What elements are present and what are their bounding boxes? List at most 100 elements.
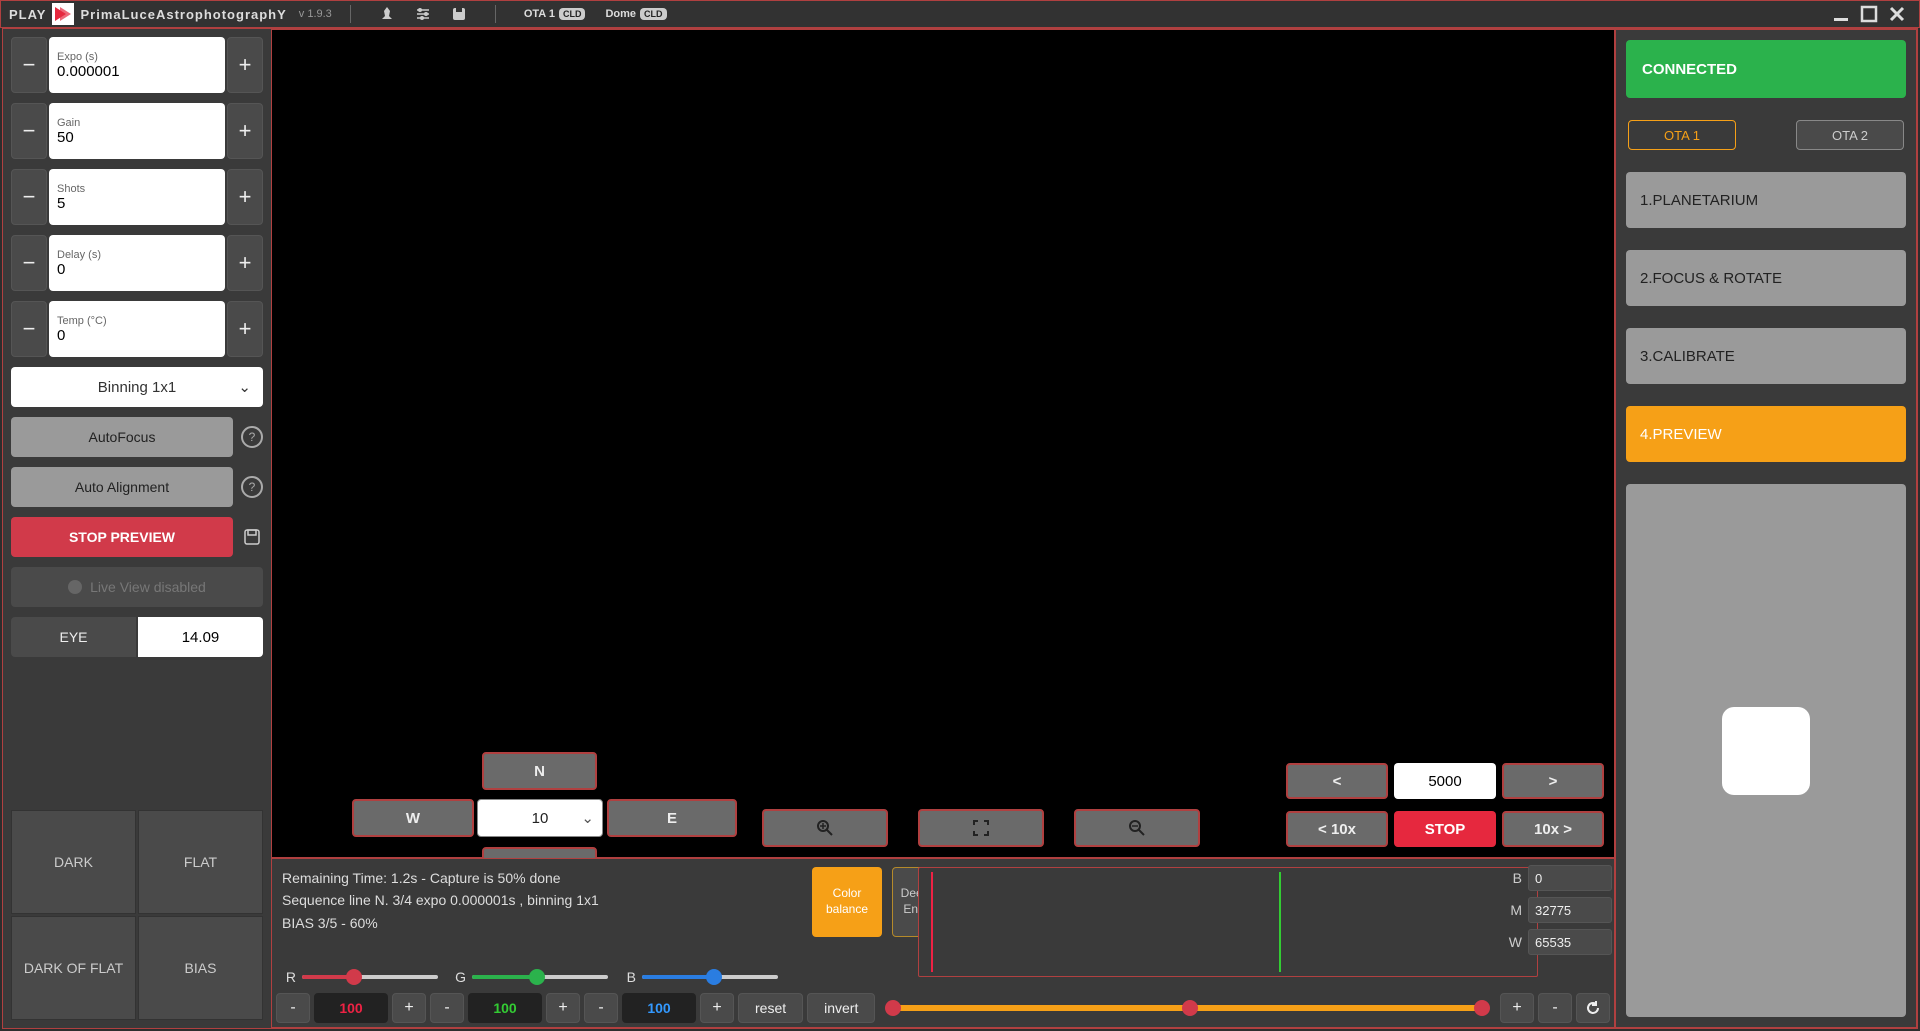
step-focus-rotate-button[interactable]: 2.FOCUS & ROTATE bbox=[1626, 250, 1906, 306]
ota2-tab[interactable]: OTA 2 bbox=[1796, 120, 1904, 150]
zoom-fit-button[interactable] bbox=[918, 809, 1044, 847]
preview-thumbnail[interactable] bbox=[1626, 484, 1906, 1017]
zoom-out-button[interactable] bbox=[1074, 809, 1200, 847]
live-view-button: Live View disabled bbox=[11, 567, 263, 607]
green-value[interactable]: 100 bbox=[468, 993, 542, 1023]
expo-minus-button[interactable]: − bbox=[11, 37, 47, 93]
temp-minus-button[interactable]: − bbox=[11, 301, 47, 357]
autofocus-button[interactable]: AutoFocus bbox=[11, 417, 233, 457]
temp-field[interactable]: Temp (°C) 0 bbox=[49, 301, 225, 357]
zoom-in-button[interactable] bbox=[762, 809, 888, 847]
step-value[interactable]: 5000 bbox=[1394, 763, 1496, 799]
maximize-button[interactable] bbox=[1855, 0, 1883, 28]
delay-label: Delay (s) bbox=[57, 249, 217, 261]
save-preset-icon[interactable] bbox=[449, 4, 469, 24]
invert-button[interactable]: invert bbox=[807, 993, 875, 1023]
temp-plus-button[interactable]: + bbox=[227, 301, 263, 357]
delay-field[interactable]: Delay (s) 0 bbox=[49, 235, 225, 291]
range-minus-button[interactable]: - bbox=[1538, 993, 1572, 1023]
app-logo-icon bbox=[52, 3, 74, 25]
blue-value[interactable]: 100 bbox=[622, 993, 696, 1023]
sliders-icon[interactable] bbox=[413, 4, 433, 24]
gain-label: Gain bbox=[57, 117, 217, 129]
step-planetarium-button[interactable]: 1.PLANETARIUM bbox=[1626, 172, 1906, 228]
level-white-value[interactable]: 65535 bbox=[1528, 929, 1612, 955]
red-minus-button[interactable]: - bbox=[276, 993, 310, 1023]
binning-select[interactable]: Binning 1x1 ⌄ bbox=[11, 367, 263, 407]
color-balance-button[interactable]: Color balance bbox=[812, 867, 882, 937]
frame-dark-button[interactable]: DARK bbox=[11, 810, 136, 914]
move-speed-select[interactable]: 10 ⌄ bbox=[477, 799, 603, 837]
green-minus-button[interactable]: - bbox=[430, 993, 464, 1023]
temp-label: Temp (°C) bbox=[57, 315, 217, 327]
levels-range-slider[interactable] bbox=[889, 1005, 1486, 1011]
step-preview-button[interactable]: 4.PREVIEW bbox=[1626, 406, 1906, 462]
gain-field[interactable]: Gain 50 bbox=[49, 103, 225, 159]
step-forward-10x-button[interactable]: 10x > bbox=[1502, 811, 1604, 847]
focuser-stop-button[interactable]: STOP bbox=[1394, 811, 1496, 847]
minimize-button[interactable] bbox=[1827, 0, 1855, 28]
shots-plus-button[interactable]: + bbox=[227, 169, 263, 225]
chevron-down-icon: ⌄ bbox=[581, 809, 594, 827]
shots-field[interactable]: Shots 5 bbox=[49, 169, 225, 225]
close-button[interactable] bbox=[1883, 0, 1911, 28]
ota1-status[interactable]: OTA 1 CLD bbox=[524, 8, 586, 20]
histogram-black-marker[interactable] bbox=[931, 872, 933, 972]
binning-value: Binning 1x1 bbox=[98, 379, 176, 396]
blue-minus-button[interactable]: - bbox=[584, 993, 618, 1023]
eye-value[interactable]: 14.09 bbox=[138, 617, 263, 657]
autoalign-button[interactable]: Auto Alignment bbox=[11, 467, 233, 507]
range-plus-button[interactable]: + bbox=[1500, 993, 1534, 1023]
range-reset-button[interactable] bbox=[1576, 993, 1610, 1023]
level-mid-value[interactable]: 32775 bbox=[1528, 897, 1612, 923]
titlebar: PLAY PrimaLuceAstrophotographY v 1.9.3 O… bbox=[0, 0, 1920, 28]
save-image-icon[interactable] bbox=[241, 526, 263, 548]
level-black-value[interactable]: 0 bbox=[1528, 865, 1612, 891]
delay-plus-button[interactable]: + bbox=[227, 235, 263, 291]
move-west-button[interactable]: W bbox=[352, 799, 474, 837]
dome-status[interactable]: Dome CLD bbox=[605, 8, 666, 20]
red-value[interactable]: 100 bbox=[314, 993, 388, 1023]
move-north-button[interactable]: N bbox=[482, 752, 597, 790]
ota1-tab[interactable]: OTA 1 bbox=[1628, 120, 1736, 150]
autofocus-help-icon[interactable]: ? bbox=[241, 426, 263, 448]
autoalign-help-icon[interactable]: ? bbox=[241, 476, 263, 498]
frame-darkflat-button[interactable]: DARK OF FLAT bbox=[11, 916, 136, 1020]
move-east-button[interactable]: E bbox=[607, 799, 737, 837]
delay-minus-button[interactable]: − bbox=[11, 235, 47, 291]
reset-button[interactable]: reset bbox=[738, 993, 803, 1023]
expo-field[interactable]: Expo (s) 0.000001 bbox=[49, 37, 225, 93]
dome-badge: CLD bbox=[640, 8, 667, 20]
range-mid-thumb[interactable] bbox=[1182, 1000, 1198, 1016]
gain-row: − Gain 50 + bbox=[11, 103, 263, 159]
expo-plus-button[interactable]: + bbox=[227, 37, 263, 93]
eye-toggle-button[interactable]: EYE bbox=[11, 617, 136, 657]
step-forward-button[interactable]: > bbox=[1502, 763, 1604, 799]
green-slider-label: G bbox=[452, 969, 466, 985]
range-right-thumb[interactable] bbox=[1474, 1000, 1490, 1016]
histogram-mid-marker[interactable] bbox=[1279, 872, 1281, 972]
red-slider[interactable] bbox=[302, 975, 438, 979]
green-plus-button[interactable]: + bbox=[546, 993, 580, 1023]
red-plus-button[interactable]: + bbox=[392, 993, 426, 1023]
frame-bias-button[interactable]: BIAS bbox=[138, 916, 263, 1020]
shots-minus-button[interactable]: − bbox=[11, 169, 47, 225]
gain-minus-button[interactable]: − bbox=[11, 103, 47, 159]
shots-value: 5 bbox=[57, 195, 217, 212]
green-slider[interactable] bbox=[472, 975, 608, 979]
image-viewport[interactable]: N S W E 10 ⌄ < 5000 > bbox=[271, 29, 1615, 858]
histogram[interactable] bbox=[918, 867, 1538, 977]
connection-status[interactable]: CONNECTED bbox=[1626, 40, 1906, 98]
live-view-label: Live View disabled bbox=[90, 579, 206, 595]
frame-flat-button[interactable]: FLAT bbox=[138, 810, 263, 914]
step-back-10x-button[interactable]: < 10x bbox=[1286, 811, 1388, 847]
stop-preview-button[interactable]: STOP PREVIEW bbox=[11, 517, 233, 557]
step-back-button[interactable]: < bbox=[1286, 763, 1388, 799]
blue-slider[interactable] bbox=[642, 975, 778, 979]
gain-plus-button[interactable]: + bbox=[227, 103, 263, 159]
step-calibrate-button[interactable]: 3.CALIBRATE bbox=[1626, 328, 1906, 384]
range-left-thumb[interactable] bbox=[885, 1000, 901, 1016]
pin-icon[interactable] bbox=[377, 4, 397, 24]
blue-plus-button[interactable]: + bbox=[700, 993, 734, 1023]
red-slider-label: R bbox=[282, 969, 296, 985]
